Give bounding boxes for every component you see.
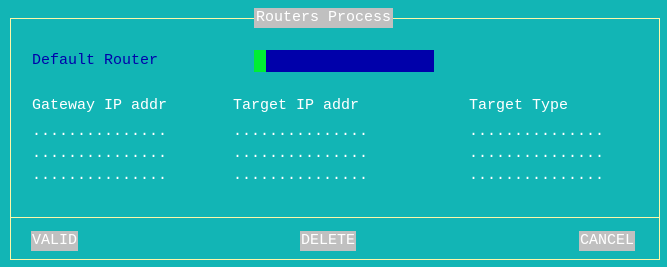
target-ip-field[interactable]: ............... — [233, 144, 368, 164]
column-header-gateway-ip: Gateway IP addr — [32, 97, 168, 114]
target-type-field[interactable]: ............... — [469, 122, 604, 142]
gateway-ip-field[interactable]: ............... — [32, 144, 167, 164]
default-router-input[interactable] — [266, 50, 434, 72]
target-ip-field[interactable]: ............... — [233, 166, 368, 186]
frame-left-border — [10, 18, 11, 260]
column-header-target-type: Target Type — [469, 97, 569, 114]
dialog-title: Routers Process — [254, 8, 394, 28]
gateway-ip-field[interactable]: ............... — [32, 166, 167, 186]
cancel-button[interactable]: CANCEL — [579, 231, 636, 251]
delete-button[interactable]: DELETE — [300, 231, 357, 251]
target-type-field[interactable]: ............... — [469, 144, 604, 164]
frame-right-border — [659, 18, 660, 260]
target-type-field[interactable]: ............... — [469, 166, 604, 186]
valid-button[interactable]: VALID — [31, 231, 79, 251]
column-header-target-ip: Target IP addr — [233, 97, 360, 114]
default-router-cursor — [254, 50, 266, 72]
gateway-ip-field[interactable]: ............... — [32, 122, 167, 142]
default-router-label: Default Router — [32, 52, 159, 69]
routers-process-dialog: Routers Process Default Router Gateway I… — [0, 0, 667, 267]
frame-bottom-border — [10, 259, 660, 260]
button-area-divider — [10, 217, 660, 218]
target-ip-field[interactable]: ............... — [233, 122, 368, 142]
